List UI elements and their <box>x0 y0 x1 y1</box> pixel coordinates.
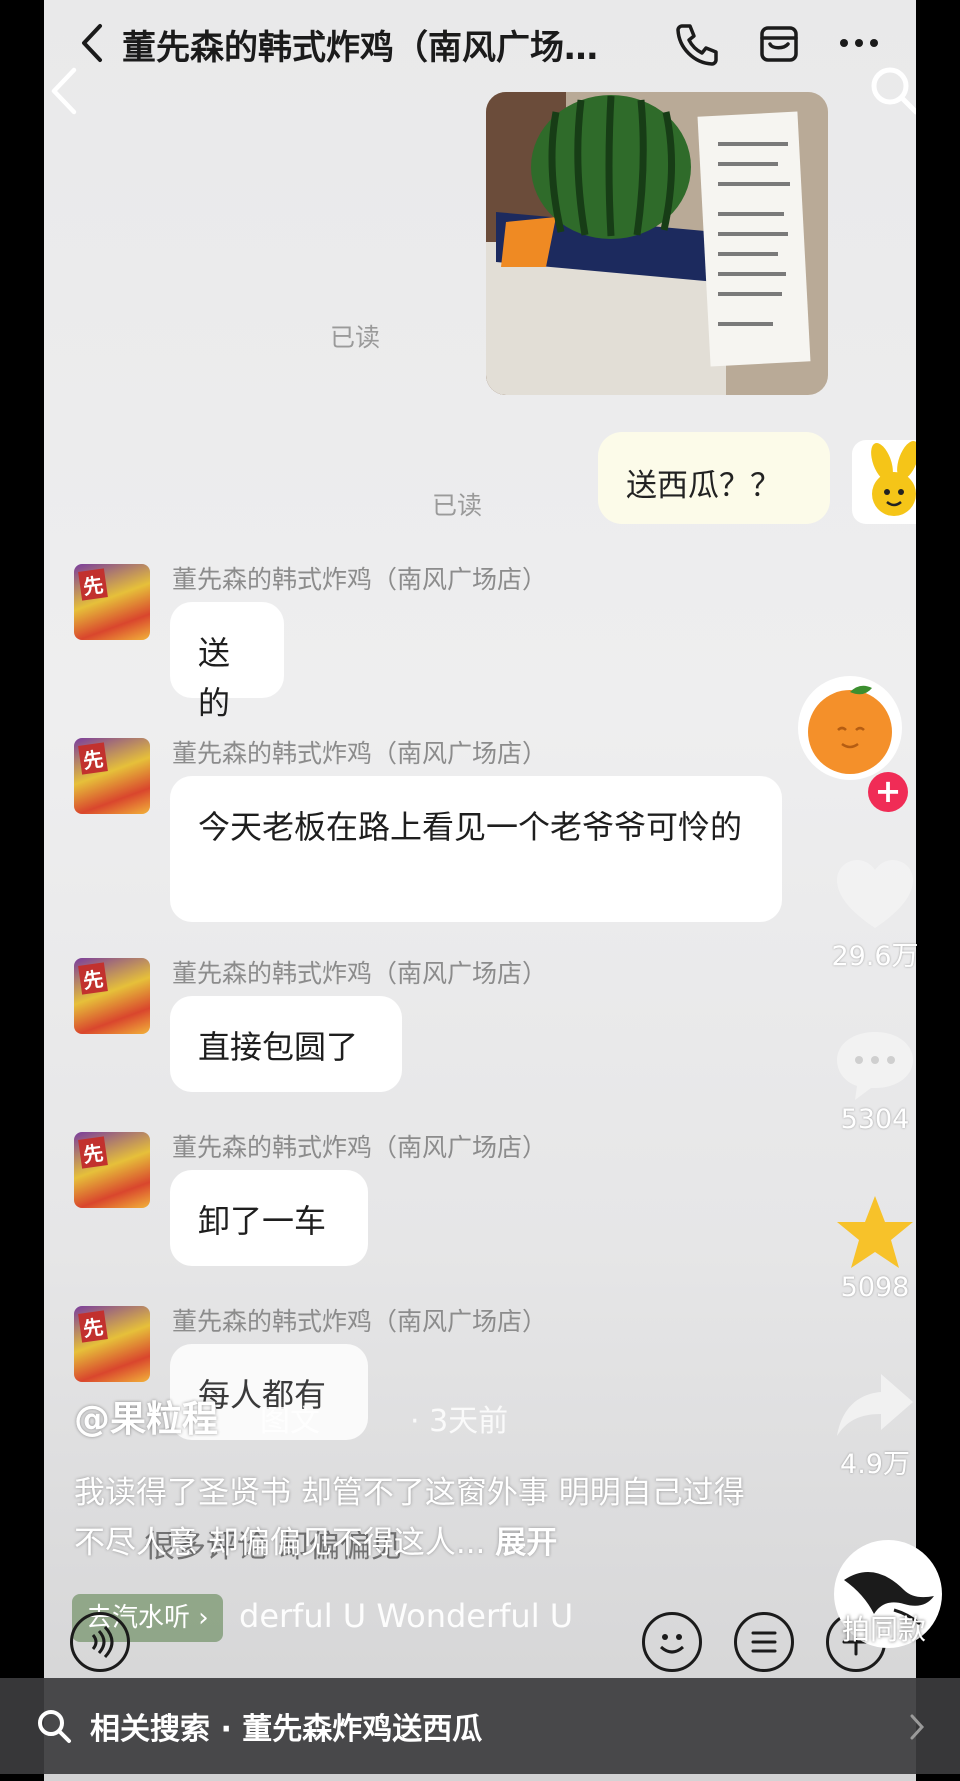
read-status: 已读 <box>330 323 381 352</box>
watermelon-photo <box>486 92 828 395</box>
rabbit-avatar-icon <box>871 440 916 516</box>
video-frame: 董先森的韩式炸鸡（南风广场… 已读 已读 送西瓜？？ 先 董先森的韩式炸鸡（南风… <box>44 0 916 1781</box>
message-bubble[interactable]: 直接包圆了 <box>170 996 402 1092</box>
same-style-label[interactable]: 拍同款 <box>842 1608 926 1648</box>
message-bubble[interactable]: 卸了一车 <box>170 1170 368 1266</box>
post-time: · 3天前 <box>410 1404 509 1439</box>
my-message-bubble[interactable]: 送西瓜？？ <box>598 432 830 524</box>
sender-name: 董先森的韩式炸鸡（南风广场店） <box>172 1307 548 1336</box>
chat-header: 董先森的韩式炸鸡（南风广场… <box>44 0 916 90</box>
music-title[interactable]: derful U Wonderful U <box>239 1597 573 1635</box>
like-count: 29.6万 <box>831 941 919 972</box>
message-bubble[interactable]: 今天老板在路上看见一个老爷爷可怜的 <box>170 776 782 922</box>
video-caption[interactable]: 我读得了圣贤书 却管不了这窗外事 明明自己过得不尽人意 却偏偏见不得这人... … <box>74 1468 774 1568</box>
sender-name: 董先森的韩式炸鸡（南风广场店） <box>172 959 548 988</box>
emoji-button[interactable] <box>642 1612 702 1672</box>
orange-avatar-icon <box>808 685 892 774</box>
sender-name: 董先森的韩式炸鸡（南风广场店） <box>172 739 548 768</box>
related-search-bar[interactable]: 相关搜索 · 董先森炸鸡送西瓜 <box>0 1678 960 1774</box>
chat-back-icon <box>82 24 102 62</box>
chat-title: 董先森的韩式炸鸡（南风广场… <box>122 28 598 68</box>
voice-button[interactable] <box>70 1612 130 1672</box>
shop-avatar-tag: 先 <box>78 1310 108 1343</box>
shop-avatar[interactable]: 先 <box>74 738 150 814</box>
related-search-label: 相关搜索 · 董先森炸鸡送西瓜 <box>90 1712 483 1747</box>
shop-avatar[interactable]: 先 <box>74 564 150 640</box>
my-avatar <box>852 440 916 524</box>
sender-name: 董先森的韩式炸鸡（南风广场店） <box>172 565 548 594</box>
more-icon <box>840 39 878 47</box>
shop-avatar[interactable]: 先 <box>74 1306 150 1382</box>
favorite-count: 5098 <box>840 1272 910 1303</box>
comment-icon <box>837 1032 913 1100</box>
share-button[interactable]: 4.9万 <box>800 1370 950 1481</box>
favorite-button[interactable]: 5098 <box>800 1194 950 1303</box>
list-button[interactable] <box>734 1612 794 1672</box>
comment-button[interactable]: 5304 <box>800 1028 950 1135</box>
shop-avatar[interactable]: 先 <box>74 958 150 1034</box>
emoji-icon <box>659 1634 685 1654</box>
sender-name: 董先森的韩式炸鸡（南风广场店） <box>172 1133 548 1162</box>
post-type-badge: 图文 <box>260 1404 320 1439</box>
phone-icon <box>676 24 718 66</box>
search-icon <box>38 1710 71 1743</box>
store-icon <box>760 26 798 62</box>
shop-avatar[interactable]: 先 <box>74 1132 150 1208</box>
like-button[interactable]: 29.6万 <box>800 858 950 973</box>
creator-avatar[interactable] <box>798 676 902 780</box>
caption-text: 我读得了圣贤书 却管不了这窗外事 明明自己过得不尽人意 却偏偏见不得这人... <box>74 1475 745 1561</box>
expand-link[interactable]: 展开 <box>495 1525 557 1561</box>
shop-avatar-tag: 先 <box>78 1136 108 1169</box>
back-icon[interactable] <box>44 62 90 120</box>
shop-avatar-tag: 先 <box>78 742 108 775</box>
share-count: 4.9万 <box>840 1449 910 1480</box>
comment-count: 5304 <box>840 1104 910 1135</box>
share-icon <box>837 1374 913 1436</box>
heart-icon <box>837 860 913 928</box>
photo-message[interactable] <box>486 92 828 395</box>
message-bubble[interactable]: 送的 <box>170 602 284 722</box>
voice-icon <box>91 1625 114 1659</box>
author-name[interactable]: @果粒程 <box>74 1390 218 1442</box>
star-icon <box>837 1196 913 1268</box>
list-icon <box>751 1631 777 1653</box>
chevron-right-icon <box>910 1714 925 1740</box>
shop-avatar-tag: 先 <box>78 568 108 601</box>
shop-avatar-tag: 先 <box>78 962 108 995</box>
search-icon[interactable] <box>866 62 916 120</box>
follow-plus-icon[interactable]: + <box>868 772 908 812</box>
read-status: 已读 <box>432 491 483 520</box>
